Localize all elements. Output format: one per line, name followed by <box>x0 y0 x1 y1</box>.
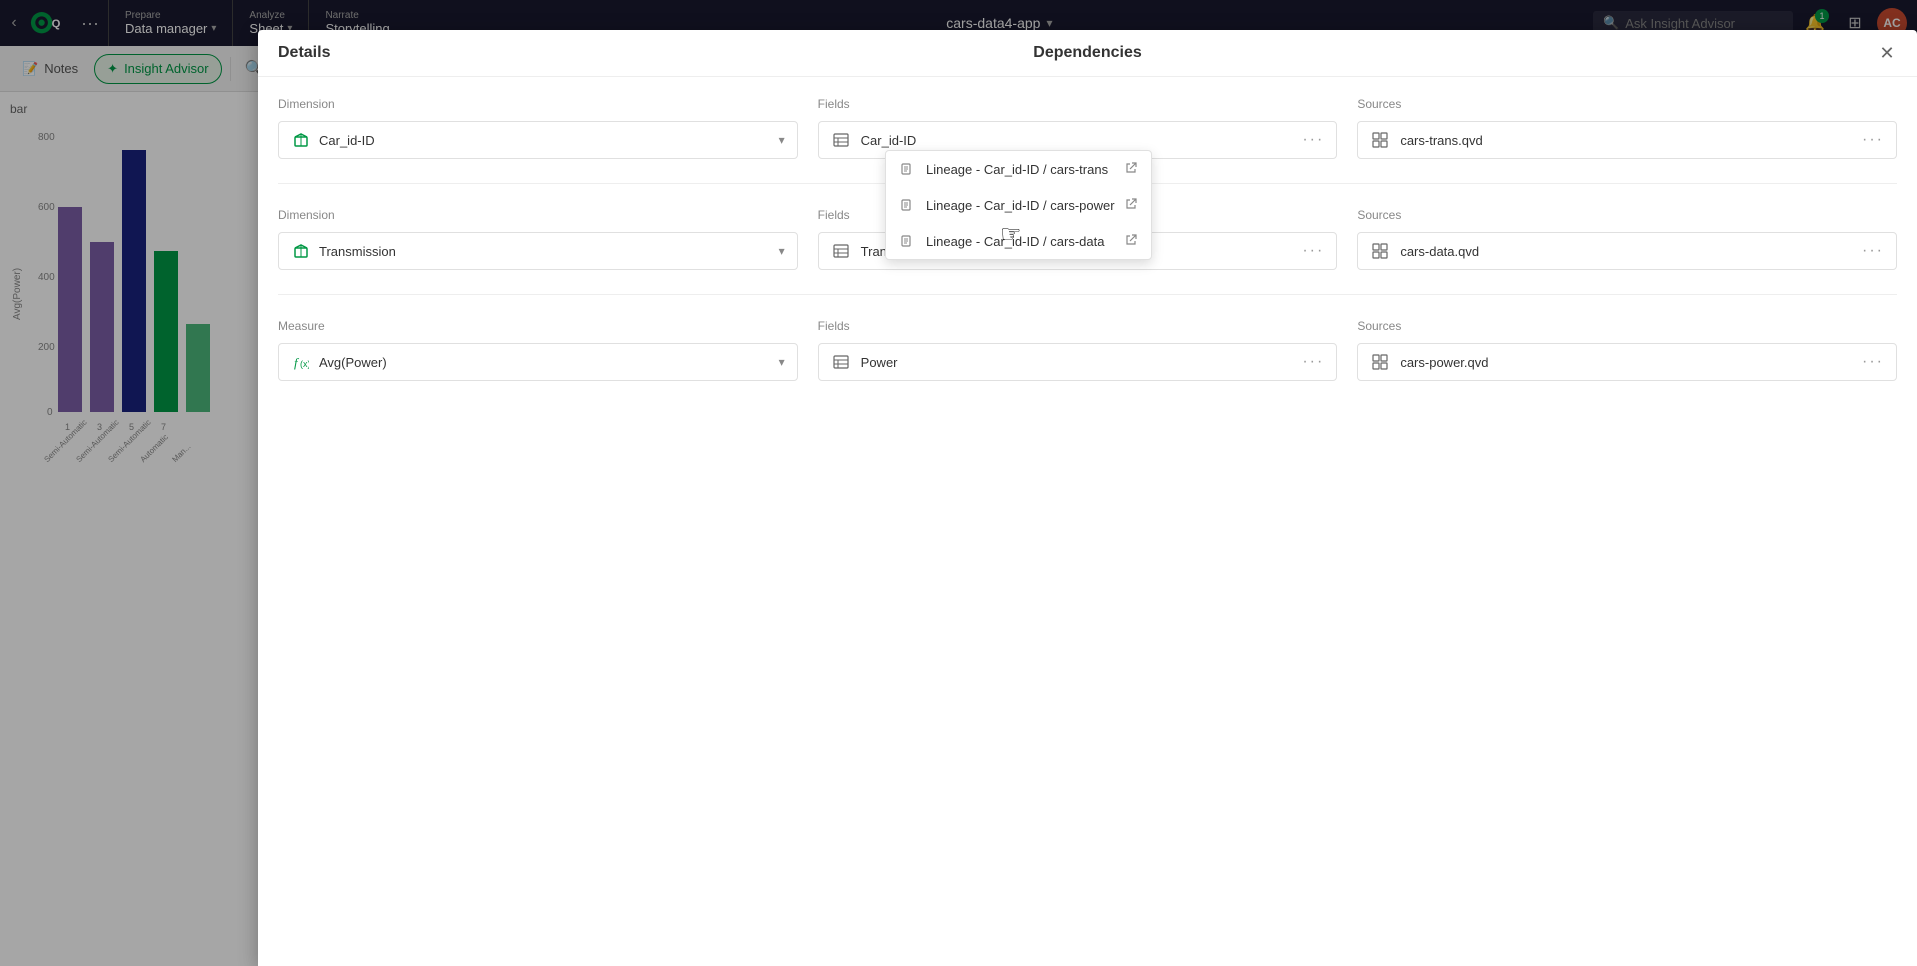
lineage-dropdown-menu: Lineage - Car_id-ID / cars-trans Lineage… <box>885 150 1152 260</box>
field-icon-1 <box>831 130 851 150</box>
field-more-button-3[interactable]: ··· <box>1302 353 1324 371</box>
measure-dropdown-3[interactable]: f (x) Avg(Power) ▾ <box>278 343 798 381</box>
source-more-button-2[interactable]: ··· <box>1862 242 1884 260</box>
source-icon-1 <box>1370 130 1390 150</box>
lineage-text-3: Lineage - Car_id-ID / cars-data <box>926 234 1115 249</box>
measure-label-3: Measure <box>278 319 798 333</box>
source-icon-2 <box>1370 241 1390 261</box>
modal-close-button[interactable]: ✕ <box>1873 39 1901 67</box>
source-more-button-1[interactable]: ··· <box>1862 131 1884 149</box>
measure-col-3: Measure f (x) Avg(Power) ▾ <box>278 319 818 381</box>
lineage-external-icon-1 <box>1125 162 1137 177</box>
source-more-button-3[interactable]: ··· <box>1862 353 1884 371</box>
source-icon-3 <box>1370 352 1390 372</box>
lineage-link-icon-2 <box>900 197 916 213</box>
modal-header: Details Dependencies ✕ <box>258 30 1917 77</box>
dimension-chevron-icon-2: ▾ <box>779 244 785 258</box>
fields-col-3: Fields Power ··· <box>818 319 1358 381</box>
sources-label-1: Sources <box>1357 97 1897 111</box>
lineage-text-2: Lineage - Car_id-ID / cars-power <box>926 198 1115 213</box>
dimension-dropdown-2[interactable]: Transmission ▾ <box>278 232 798 270</box>
fields-label-1: Fields <box>818 97 1338 111</box>
source-value-1: cars-trans.qvd <box>1400 133 1852 148</box>
sources-label-3: Sources <box>1357 319 1897 333</box>
source-row-2: cars-data.qvd ··· <box>1357 232 1897 270</box>
field-value-3: Power <box>861 355 1293 370</box>
lineage-external-icon-2 <box>1125 198 1137 213</box>
field-more-button-1[interactable]: ··· <box>1302 131 1324 149</box>
lineage-item-3[interactable]: Lineage - Car_id-ID / cars-data <box>886 223 1151 259</box>
lineage-text-1: Lineage - Car_id-ID / cars-trans <box>926 162 1115 177</box>
dimension-label-1: Dimension <box>278 97 798 111</box>
source-row-3: cars-power.qvd ··· <box>1357 343 1897 381</box>
field-more-button-2[interactable]: ··· <box>1302 242 1324 260</box>
function-icon: f (x) <box>291 352 311 372</box>
lineage-item-2[interactable]: Lineage - Car_id-ID / cars-power <box>886 187 1151 223</box>
lineage-link-icon-3 <box>900 233 916 249</box>
fields-label-3: Fields <box>818 319 1338 333</box>
field-icon-3 <box>831 352 851 372</box>
measure-value-3: Avg(Power) <box>319 355 771 370</box>
modal-dependencies-title: Dependencies <box>1033 44 1141 62</box>
modal-details-title: Details <box>278 44 330 62</box>
sources-col-2: Sources cars-data.qvd ··· <box>1357 208 1897 270</box>
field-value-1: Car_id-ID <box>861 133 1293 148</box>
source-row-1: cars-trans.qvd ··· <box>1357 121 1897 159</box>
dimension-dropdown-1[interactable]: Car_id-ID ▾ <box>278 121 798 159</box>
cube-icon-2 <box>291 241 311 261</box>
sources-label-2: Sources <box>1357 208 1897 222</box>
measure-chevron-icon-3: ▾ <box>779 355 785 369</box>
dimension-col-2: Dimension Transmission ▾ <box>278 208 818 270</box>
sources-col-1: Sources cars-trans.qvd ··· <box>1357 97 1897 159</box>
lineage-link-icon-1 <box>900 161 916 177</box>
lineage-external-icon-3 <box>1125 234 1137 249</box>
source-value-2: cars-data.qvd <box>1400 244 1852 259</box>
dimension-value-2: Transmission <box>319 244 771 259</box>
dimension-col-1: Dimension Car_id-ID ▾ <box>278 97 818 159</box>
lineage-item-1[interactable]: Lineage - Car_id-ID / cars-trans <box>886 151 1151 187</box>
dimension-label-2: Dimension <box>278 208 798 222</box>
dependency-row-3: Measure f (x) Avg(Power) ▾ Fields <box>278 319 1897 405</box>
source-value-3: cars-power.qvd <box>1400 355 1852 370</box>
sources-col-3: Sources cars-power.qvd ··· <box>1357 319 1897 381</box>
svg-text:(x): (x) <box>300 359 309 369</box>
field-row-3: Power ··· <box>818 343 1338 381</box>
dimension-value-1: Car_id-ID <box>319 133 771 148</box>
dimension-chevron-icon-1: ▾ <box>779 133 785 147</box>
cube-icon <box>291 130 311 150</box>
field-icon-2 <box>831 241 851 261</box>
